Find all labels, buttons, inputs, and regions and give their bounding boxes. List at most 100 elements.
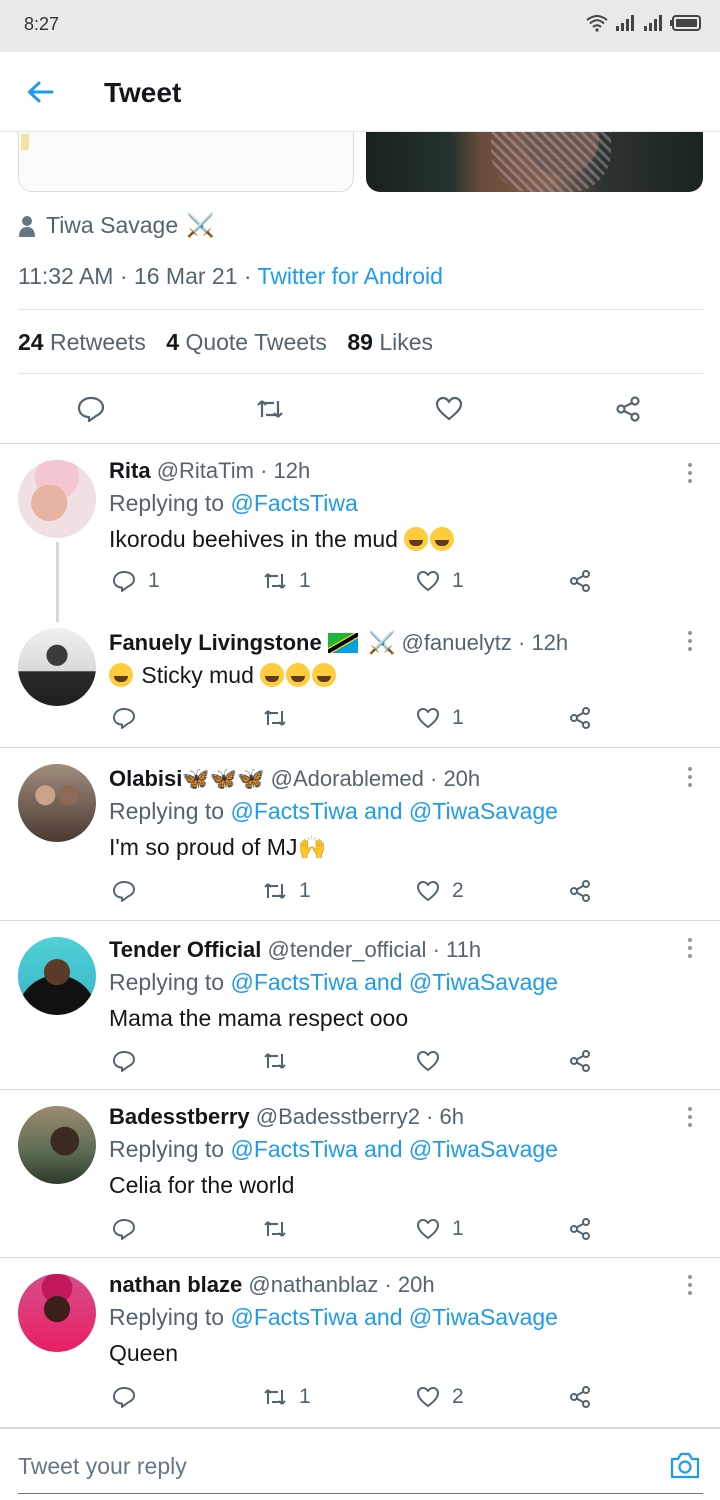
rolling-laughing-emoji: [260, 663, 285, 687]
wifi-icon: [586, 15, 608, 32]
like-action[interactable]: 2: [416, 1384, 464, 1410]
signal-icon-2: [644, 15, 662, 31]
retweet-action[interactable]: [263, 1048, 299, 1074]
app-bar: Tweet: [0, 52, 720, 132]
like-icon: [417, 1219, 439, 1239]
like-action[interactable]: 2: [416, 878, 464, 904]
mention-link[interactable]: @FactsTiwa and @TiwaSavage: [230, 798, 558, 824]
retweet-action[interactable]: 1: [263, 568, 311, 594]
tweet-client-link[interactable]: Twitter for Android: [258, 263, 443, 289]
retweets-stat[interactable]: 24 Retweets: [18, 329, 146, 355]
reply-icon: [113, 1219, 135, 1240]
divider: [0, 747, 720, 748]
share-action[interactable]: [568, 705, 592, 731]
reply-action[interactable]: [112, 1048, 148, 1074]
retweet-icon: [264, 710, 286, 726]
reply-header: Badesstberry @Badesstberry2 · 6h: [109, 1104, 464, 1130]
replying-to: Replying to @FactsTiwa: [109, 490, 358, 516]
mention-link[interactable]: @FactsTiwa: [230, 490, 357, 516]
reply-text: Mama the mama respect ooo: [109, 1005, 409, 1031]
reply-input[interactable]: Tweet your reply: [18, 1453, 187, 1480]
avatar[interactable]: [18, 1274, 96, 1352]
retweet-icon: [264, 573, 286, 589]
reply-icon: [113, 881, 135, 902]
quote-tweets-stat[interactable]: 4 Quote Tweets: [166, 329, 327, 355]
tweet-media-left[interactable]: [18, 132, 354, 192]
like-icon[interactable]: [435, 395, 463, 423]
mention-link[interactable]: @FactsTiwa and @TiwaSavage: [230, 1304, 558, 1330]
mention-link[interactable]: @FactsTiwa and @TiwaSavage: [230, 1136, 558, 1162]
reply-action[interactable]: 1: [112, 568, 160, 594]
like-action[interactable]: 1: [416, 568, 464, 594]
reply-name[interactable]: Rita: [109, 458, 151, 483]
reply-name[interactable]: nathan blaze: [109, 1272, 242, 1297]
retweet-icon: [264, 883, 286, 899]
mention-link[interactable]: @FactsTiwa and @TiwaSavage: [230, 969, 558, 995]
reply-action[interactable]: [112, 878, 148, 904]
like-icon: [417, 708, 439, 728]
reply-icon: [113, 1051, 135, 1072]
reply-header: Rita @RitaTim · 12h: [109, 458, 310, 484]
retweet-icon[interactable]: [256, 395, 284, 423]
divider: [18, 309, 703, 310]
share-action[interactable]: [568, 1384, 592, 1410]
reply-name-emoji: ⚔️: [367, 630, 396, 655]
reply-icon[interactable]: [77, 395, 105, 423]
tweet-author-line[interactable]: Tiwa Savage ⚔️: [18, 212, 215, 239]
reply-icon: [113, 708, 135, 729]
media-detail: [491, 132, 611, 192]
share-action[interactable]: [568, 878, 592, 904]
separator: ·: [119, 263, 128, 289]
more-options-icon[interactable]: [686, 630, 694, 652]
replying-to: Replying to @FactsTiwa and @TiwaSavage: [109, 1304, 558, 1330]
like-action[interactable]: [416, 1048, 452, 1074]
reply-text: Queen: [109, 1340, 179, 1366]
reply-name[interactable]: Olabisi🦋🦋🦋: [109, 766, 265, 791]
system-icons: [586, 14, 702, 32]
avatar[interactable]: [18, 1106, 96, 1184]
divider: [0, 1089, 720, 1090]
reply-text: Sticky mud: [109, 662, 338, 689]
thread-line: [56, 542, 59, 622]
reply-handle: @Adorablemed: [270, 766, 424, 791]
retweet-action[interactable]: 1: [263, 878, 311, 904]
tweet-actions: [0, 385, 720, 435]
tanzania-flag-icon: [327, 633, 358, 653]
avatar[interactable]: [18, 937, 96, 1015]
retweet-icon: [264, 1053, 286, 1069]
retweet-action[interactable]: [263, 1216, 299, 1242]
retweet-action[interactable]: [263, 705, 299, 731]
avatar[interactable]: [18, 628, 96, 706]
like-action[interactable]: 1: [416, 1216, 464, 1242]
reply-action[interactable]: [112, 1384, 148, 1410]
back-arrow-icon[interactable]: [26, 80, 54, 104]
more-options-icon[interactable]: [686, 462, 694, 484]
share-action[interactable]: [568, 568, 592, 594]
more-options-icon[interactable]: [686, 1106, 694, 1128]
reply-composer[interactable]: Tweet your reply: [0, 1427, 720, 1500]
reply-action[interactable]: [112, 705, 148, 731]
avatar[interactable]: [18, 460, 96, 538]
avatar[interactable]: [18, 764, 96, 842]
tweet-media-right[interactable]: [366, 132, 703, 192]
reply-name[interactable]: Fanuely Livingstone: [109, 630, 322, 655]
more-options-icon[interactable]: [686, 1274, 694, 1296]
reply-action[interactable]: [112, 1216, 148, 1242]
like-action[interactable]: 1: [416, 705, 464, 731]
camera-icon[interactable]: [670, 1451, 700, 1479]
reply-name[interactable]: Tender Official: [109, 937, 261, 962]
more-options-icon[interactable]: [686, 937, 694, 959]
tweet-author-name: Tiwa Savage: [46, 212, 179, 238]
reply-time: · 12h: [260, 458, 311, 483]
retweet-action[interactable]: 1: [263, 1384, 311, 1410]
reply-name[interactable]: Badesstberry: [109, 1104, 250, 1129]
status-time: 8:27: [24, 14, 60, 34]
reply-header: nathan blaze @nathanblaz · 20h: [109, 1272, 435, 1298]
share-icon[interactable]: [614, 395, 642, 423]
page-title: Tweet: [104, 77, 182, 108]
reply-text: Celia for the world: [109, 1172, 295, 1198]
share-action[interactable]: [568, 1048, 592, 1074]
more-options-icon[interactable]: [686, 766, 694, 788]
share-action[interactable]: [568, 1216, 592, 1242]
likes-stat[interactable]: 89 Likes: [347, 329, 433, 355]
